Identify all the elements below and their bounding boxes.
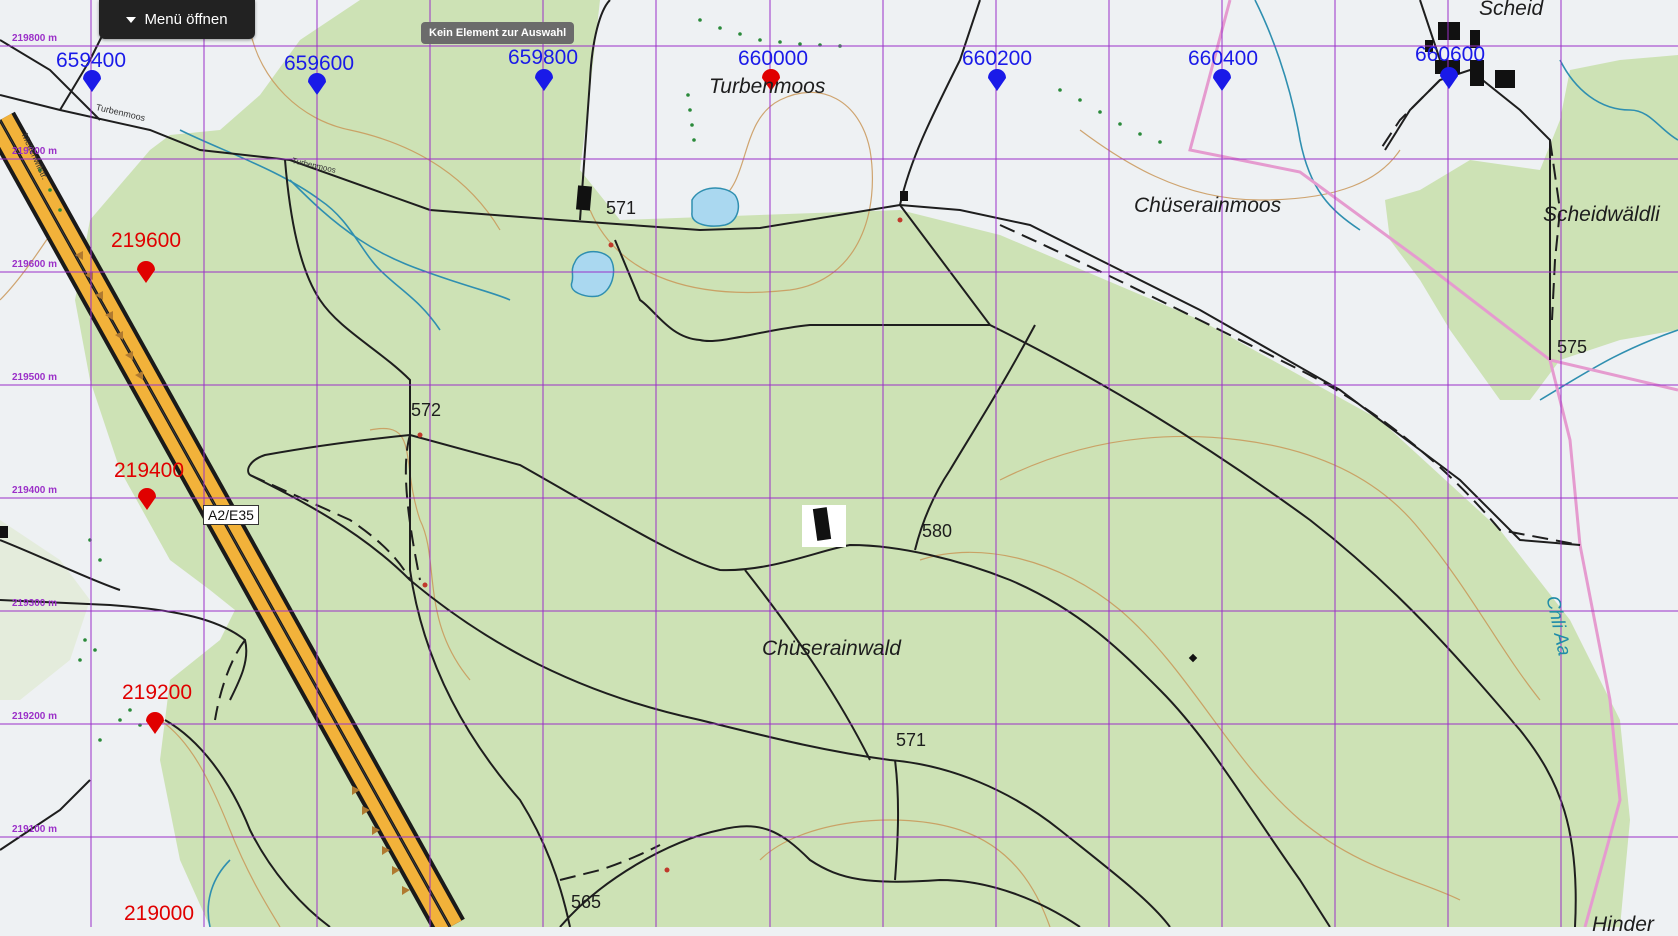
easting-marker-icon[interactable] bbox=[533, 66, 555, 92]
northing-label: 219600 bbox=[110, 229, 182, 252]
building bbox=[575, 185, 593, 211]
northing-axis-label: 219400 m bbox=[12, 485, 58, 496]
building bbox=[1438, 22, 1460, 40]
easting-marker-icon[interactable] bbox=[81, 67, 103, 93]
spot-height: 580 bbox=[922, 521, 953, 541]
easting-marker-icon[interactable] bbox=[1211, 66, 1233, 92]
open-menu-button[interactable]: Menü öffnen bbox=[99, 0, 255, 39]
easting-marker-icon[interactable] bbox=[986, 66, 1008, 92]
spot-height: 571 bbox=[896, 730, 927, 750]
spot-height: 575 bbox=[1557, 337, 1588, 357]
northing-marker-icon[interactable] bbox=[135, 258, 157, 284]
easting-marker-icon[interactable] bbox=[1438, 64, 1460, 90]
building bbox=[1495, 70, 1515, 88]
place-label: Scheid bbox=[1479, 0, 1544, 20]
northing-axis-label: 219300 m bbox=[12, 598, 58, 609]
motorway-shield: A2/E35 bbox=[203, 505, 259, 525]
building bbox=[900, 191, 908, 201]
spot-height: 571 bbox=[606, 198, 637, 218]
easting-marker-icon[interactable] bbox=[306, 70, 328, 96]
map-canvas[interactable] bbox=[0, 0, 1678, 927]
northing-axis-label: 219100 m bbox=[12, 824, 58, 835]
northing-axis-label: 219200 m bbox=[12, 711, 58, 722]
northing-axis-label: 219600 m bbox=[12, 259, 58, 270]
pond-2 bbox=[570, 250, 615, 298]
place-label: Hinder bbox=[1592, 913, 1654, 936]
spot-height: 565 bbox=[571, 892, 602, 912]
northing-marker-icon[interactable] bbox=[144, 709, 166, 735]
caret-down-icon bbox=[126, 16, 137, 23]
place-label: Chüserainmoos bbox=[1134, 194, 1282, 217]
place-label: Scheidwäldli bbox=[1543, 203, 1660, 226]
open-menu-label: Menü öffnen bbox=[144, 11, 228, 28]
northing-label: 219000 bbox=[123, 902, 195, 925]
hut-building bbox=[802, 505, 846, 547]
northing-axis-label: 219500 m bbox=[12, 372, 58, 383]
place-label: Chüserainwald bbox=[762, 637, 901, 660]
easting-label: 660600 bbox=[1414, 43, 1486, 66]
place-label: Turbenmoos bbox=[709, 75, 826, 98]
pond-1 bbox=[691, 187, 740, 227]
building bbox=[0, 526, 8, 538]
northing-marker-icon[interactable] bbox=[136, 485, 158, 511]
spot-height: 572 bbox=[411, 400, 442, 420]
northing-axis-label: 219800 m bbox=[12, 33, 58, 44]
northing-label: 219400 bbox=[113, 459, 185, 482]
easting-label: 659800 bbox=[507, 46, 579, 69]
northing-label: 219200 bbox=[121, 681, 193, 704]
selection-hint: Kein Element zur Auswahl bbox=[421, 22, 575, 44]
